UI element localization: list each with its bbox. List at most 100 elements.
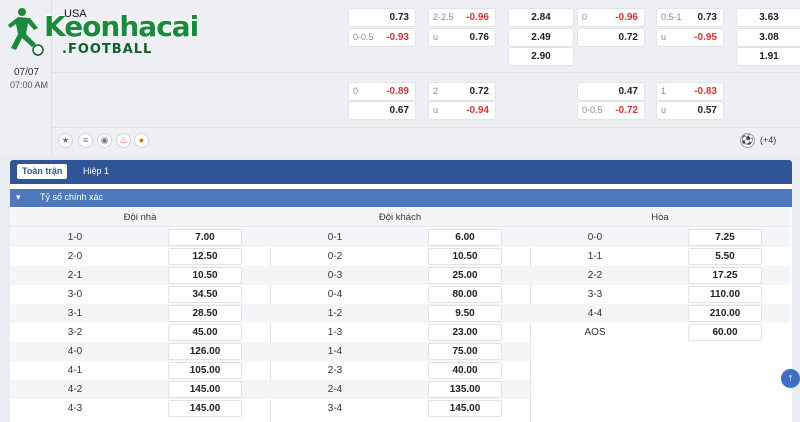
odds-value: -0.94 [466,105,489,116]
score-label: 3-0 [67,289,83,300]
odds-button[interactable]: 135.00 [428,381,502,398]
odds-cell[interactable]: 0-0.5 -0.72 [577,101,645,120]
chevron-down-icon: ▾ [16,192,21,202]
medal-icon[interactable]: ● [134,133,149,148]
odds-cell[interactable]: 0.47 [577,82,645,101]
odds-cell[interactable]: 0-0.5 -0.93 [348,28,416,47]
handicap-label: 0 [582,12,588,22]
score-row: AOS 60.00 [530,323,790,342]
tab-full-match[interactable]: Toàn trận [17,164,68,179]
handicap-label: u [433,32,439,42]
odds-button[interactable]: 34.50 [168,286,242,303]
odds-button[interactable]: 25.00 [428,267,502,284]
odds-cell[interactable]: 2 0.72 [428,82,496,101]
odds-cell[interactable]: u 0.76 [428,28,496,47]
odds-value: 0.76 [469,32,489,43]
odds-button[interactable]: 210.00 [688,305,762,322]
odds-button[interactable]: 60.00 [688,324,762,341]
odds-button[interactable]: 7.25 [688,229,762,246]
odds-value: 2.49 [531,32,551,43]
score-label: 2-4 [327,384,343,395]
handicap-label: 1 [661,86,667,96]
odds-cell[interactable]: 2-2.5 -0.96 [428,8,496,27]
score-label: AOS [584,327,606,338]
odds-cell[interactable]: 0.72 [577,28,645,47]
odds-button[interactable]: 17.25 [688,267,762,284]
odds-cell[interactable]: 2.49 [508,28,574,47]
score-row: 2-4 135.00 [270,380,530,399]
odds-cell[interactable]: 1.91 [736,47,800,66]
odds-button[interactable]: 145.00 [428,400,502,417]
odds-cell[interactable]: 1 -0.83 [656,82,724,101]
odds-cell[interactable]: 2.84 [508,8,574,27]
section-title: Tỷ số chính xác [40,192,104,202]
odds-button[interactable]: 10.50 [428,248,502,265]
odds-value: -0.95 [694,32,717,43]
fire-icon[interactable]: ♨ [116,133,131,148]
odds-button[interactable]: 145.00 [168,400,242,417]
score-row: 1-0 7.00 [10,228,270,247]
score-row: 4-1 105.00 [10,361,270,380]
odds-cell[interactable]: 0 -0.89 [348,82,416,101]
score-row: 4-4 210.00 [530,304,790,323]
score-label: 2-2 [587,270,603,281]
more-markets[interactable]: ⚽ (+4) [740,133,790,149]
logo-wordmark: Keonhacai [44,10,199,43]
odds-cell[interactable]: u -0.94 [428,101,496,120]
match-row: 07/07 07:00 AM USA Keonhacai .FOOTBALL 0… [0,0,800,156]
odds-cell[interactable]: 0.73 [348,8,416,27]
odds-button[interactable]: 6.00 [428,229,502,246]
odds-value: 0.57 [697,105,717,116]
site-logo[interactable]: Keonhacai .FOOTBALL [4,4,234,60]
handicap-label: 0-0.5 [353,32,374,42]
odds-value: 0.72 [469,86,489,97]
score-label: 3-2 [67,327,83,338]
odds-cell[interactable]: 0 -0.96 [577,8,645,27]
section-header[interactable]: ▾ Tỷ số chính xác [10,189,792,207]
odds-value: 0.72 [618,32,638,43]
score-row: 0-2 10.50 [270,247,530,266]
odds-value: 0.67 [389,105,409,116]
score-label: 3-1 [67,308,83,319]
odds-button[interactable]: 40.00 [428,362,502,379]
odds-button[interactable]: 7.00 [168,229,242,246]
odds-cell[interactable]: 2.90 [508,47,574,66]
star-icon[interactable]: ★ [58,133,73,148]
odds-button[interactable]: 5.50 [688,248,762,265]
odds-cell[interactable]: u 0.57 [656,101,724,120]
score-row: 0-1 6.00 [270,228,530,247]
odds-button[interactable]: 45.00 [168,324,242,341]
odds-button[interactable]: 23.00 [428,324,502,341]
handicap-label: 0.5-1 [661,12,682,22]
odds-button[interactable]: 12.50 [168,248,242,265]
odds-button[interactable]: 80.00 [428,286,502,303]
odds-button[interactable]: 28.50 [168,305,242,322]
score-label: 0-4 [327,289,343,300]
odds-value: 0.73 [389,12,409,23]
odds-value: -0.89 [386,86,409,97]
odds-cell[interactable]: 3.08 [736,28,800,47]
score-label: 1-1 [587,251,603,262]
score-column: Hòa 0-0 7.25 1-1 5.50 2-2 17.25 3-3 110.00 4-4 210… [530,208,790,422]
odds-value: 1.91 [759,51,779,62]
stats-icon[interactable]: ≡ [78,133,93,148]
odds-button[interactable]: 75.00 [428,343,502,360]
odds-button[interactable]: 145.00 [168,381,242,398]
score-label: 4-4 [587,308,603,319]
odds-button[interactable]: 110.00 [688,286,762,303]
odds-cell[interactable]: 3.63 [736,8,800,27]
odds-button[interactable]: 9.50 [428,305,502,322]
logo-subtext: .FOOTBALL [62,42,153,57]
odds-cell[interactable]: u -0.95 [656,28,724,47]
odds-button[interactable]: 10.50 [168,267,242,284]
odds-cell[interactable]: 0.67 [348,101,416,120]
score-row: 3-2 45.00 [10,323,270,342]
scroll-to-top-button[interactable]: ↑ [781,369,800,388]
eye-icon[interactable]: ◉ [97,133,112,148]
odds-value: -0.83 [694,86,717,97]
odds-cell[interactable]: 0.5-1 0.73 [656,8,724,27]
score-label: 1-0 [67,232,83,243]
odds-button[interactable]: 105.00 [168,362,242,379]
tab-first-half[interactable]: Hiệp 1 [78,164,114,179]
odds-button[interactable]: 126.00 [168,343,242,360]
